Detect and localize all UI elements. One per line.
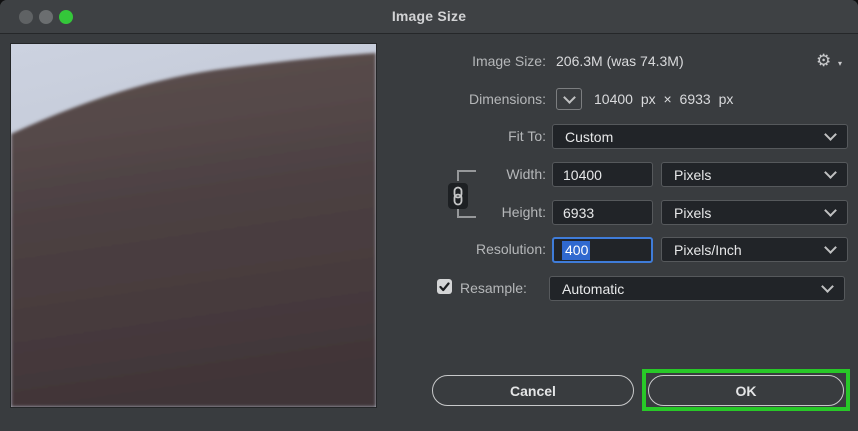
settings-menu-button[interactable]: ⚙ ▾ — [816, 50, 846, 72]
image-size-value: 206.3M (was 74.3M) — [556, 49, 684, 74]
height-unit-value: Pixels — [674, 205, 711, 221]
height-value: 6933 — [563, 205, 594, 221]
resample-label: Resample: — [460, 276, 527, 301]
chevron-down-icon — [824, 241, 837, 254]
width-input[interactable]: 10400 — [552, 162, 653, 187]
fit-to-value: Custom — [565, 129, 613, 145]
height-input[interactable]: 6933 — [552, 200, 653, 225]
width-unit-select[interactable]: Pixels — [661, 162, 848, 187]
chevron-down-icon — [821, 280, 834, 293]
fit-to-label: Fit To: — [350, 124, 546, 149]
chevron-down-icon — [824, 166, 837, 179]
width-label: Width: — [350, 162, 546, 187]
preview-image — [11, 44, 376, 407]
width-value: 10400 — [563, 167, 602, 183]
cancel-button[interactable]: Cancel — [432, 375, 634, 406]
window-title: Image Size — [0, 0, 858, 33]
dimensions-label: Dimensions: — [350, 87, 546, 112]
resample-select[interactable]: Automatic — [549, 276, 845, 301]
resolution-value: 400 — [562, 241, 590, 260]
height-unit-select[interactable]: Pixels — [661, 200, 848, 225]
width-unit-value: Pixels — [674, 167, 711, 183]
resample-checkbox[interactable] — [437, 279, 452, 294]
chevron-down-icon — [563, 91, 576, 104]
image-size-label: Image Size: — [350, 49, 546, 74]
resolution-unit-value: Pixels/Inch — [674, 242, 742, 258]
dimensions-value: 10400 px × 6933 px — [594, 87, 733, 112]
resample-value: Automatic — [562, 281, 624, 297]
dropdown-arrow-icon: ▾ — [838, 59, 842, 68]
height-label: Height: — [350, 200, 546, 225]
chevron-down-icon — [824, 204, 837, 217]
resolution-label: Resolution: — [350, 237, 546, 262]
chevron-down-icon — [824, 128, 837, 141]
image-preview[interactable] — [10, 43, 377, 408]
dimensions-dropdown-toggle[interactable] — [556, 88, 582, 110]
gear-icon: ⚙ — [816, 51, 831, 70]
resolution-unit-select[interactable]: Pixels/Inch — [661, 237, 848, 262]
image-size-dialog: Image Size Image Size: 206.3M (was 74.3M… — [0, 0, 858, 431]
title-bar: Image Size — [0, 0, 858, 34]
resolution-input[interactable]: 400 — [552, 237, 653, 263]
fit-to-select[interactable]: Custom — [552, 124, 848, 149]
cancel-button-label: Cancel — [510, 383, 556, 399]
ok-button-label: OK — [736, 383, 757, 399]
ok-button[interactable]: OK — [648, 375, 844, 406]
checkmark-icon — [439, 282, 450, 292]
